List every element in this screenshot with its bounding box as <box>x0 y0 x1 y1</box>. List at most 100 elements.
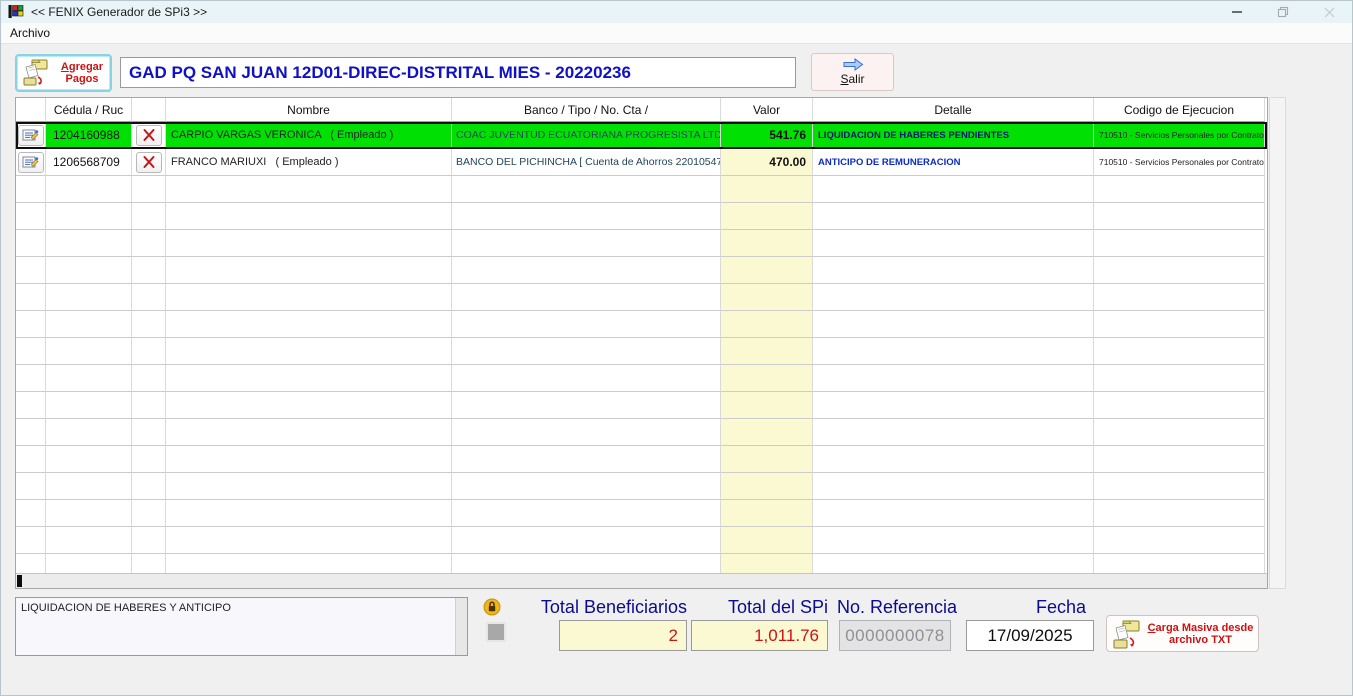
cedula-cell <box>46 338 132 365</box>
menu-bar: Archivo <box>1 23 1352 44</box>
gray-square-button[interactable] <box>486 622 506 642</box>
restore-button[interactable] <box>1260 1 1306 23</box>
agregar-pagos-label: Agregar Pagos <box>54 61 110 85</box>
row-delete-cell <box>132 500 166 527</box>
table-row[interactable] <box>16 257 1267 284</box>
row-edit-cell <box>16 203 46 230</box>
row-edit-cell <box>16 554 46 573</box>
total-beneficiarios-field: 2 <box>559 620 687 651</box>
vertical-scrollbar[interactable] <box>1269 97 1286 589</box>
detalle-cell <box>813 392 1094 419</box>
codigo-cell <box>1094 257 1265 284</box>
table-row[interactable] <box>16 203 1267 230</box>
codigo-cell <box>1094 311 1265 338</box>
row-edit-cell <box>16 257 46 284</box>
header-banco: Banco / Tipo / No. Cta / <box>452 98 721 122</box>
grid-header: Cédula / Ruc Nombre Banco / Tipo / No. C… <box>16 98 1267 122</box>
row-delete-cell <box>132 446 166 473</box>
row-delete-cell <box>132 230 166 257</box>
cedula-cell: 1204160988 <box>46 122 132 149</box>
horizontal-scrollbar-thumb[interactable] <box>17 575 22 587</box>
table-row[interactable]: 1204160988 CARPIO VARGAS VERONICA ( Empl… <box>16 122 1267 149</box>
minimize-button[interactable] <box>1214 1 1260 23</box>
menu-archivo[interactable]: Archivo <box>1 24 59 42</box>
table-row[interactable] <box>16 419 1267 446</box>
table-row[interactable] <box>16 554 1267 573</box>
row-delete-cell <box>132 527 166 554</box>
codigo-cell: 710510 - Servicios Personales por Contra… <box>1094 149 1265 176</box>
table-row[interactable] <box>16 230 1267 257</box>
fecha-field[interactable]: 17/09/2025 <box>966 620 1094 651</box>
header-nombre: Nombre <box>166 98 452 122</box>
carga-masiva-button[interactable]: Carga Masiva desde archivo TXT <box>1106 615 1259 652</box>
row-edit-cell <box>16 527 46 554</box>
cedula-cell <box>46 257 132 284</box>
codigo-cell <box>1094 176 1265 203</box>
valor-cell <box>721 527 813 554</box>
detalle-cell: LIQUIDACION DE HABERES PENDIENTES <box>813 122 1094 149</box>
valor-cell <box>721 176 813 203</box>
delete-row-button[interactable] <box>136 125 162 146</box>
cedula-cell <box>46 203 132 230</box>
no-referencia-label: No. Referencia <box>837 597 959 618</box>
exit-arrow-icon <box>841 58 865 71</box>
codigo-cell: 710510 - Servicios Personales por Contra… <box>1094 122 1265 149</box>
table-row[interactable] <box>16 527 1267 554</box>
banco-cell <box>452 446 721 473</box>
header-codigo: Codigo de Ejecucion <box>1094 98 1265 122</box>
agregar-pagos-button[interactable]: Agregar Pagos <box>15 54 112 92</box>
codigo-cell <box>1094 473 1265 500</box>
table-row[interactable] <box>16 392 1267 419</box>
row-delete-cell <box>132 365 166 392</box>
table-row[interactable] <box>16 500 1267 527</box>
valor-cell <box>721 446 813 473</box>
nombre-cell <box>166 446 452 473</box>
detalle-cell <box>813 338 1094 365</box>
delete-row-button[interactable] <box>136 152 162 173</box>
edit-row-button[interactable] <box>18 152 44 173</box>
row-edit-cell <box>16 176 46 203</box>
table-row[interactable] <box>16 284 1267 311</box>
cedula-cell <box>46 446 132 473</box>
description-scrollbar[interactable] <box>455 598 467 655</box>
edit-icon <box>22 128 39 142</box>
cedula-cell <box>46 365 132 392</box>
valor-cell <box>721 203 813 230</box>
nombre-cell <box>166 365 452 392</box>
table-row[interactable] <box>16 311 1267 338</box>
description-textarea[interactable]: LIQUIDACION DE HABERES Y ANTICIPO <box>15 597 468 656</box>
add-payments-icon <box>21 58 51 88</box>
row-edit-cell <box>16 473 46 500</box>
title-bar: << FENIX Generador de SPi3 >> <box>1 1 1352 23</box>
banco-cell <box>452 311 721 338</box>
banco-cell <box>452 527 721 554</box>
cedula-cell <box>46 500 132 527</box>
valor-cell <box>721 284 813 311</box>
valor-cell <box>721 230 813 257</box>
cedula-cell <box>46 176 132 203</box>
edit-row-button[interactable] <box>18 125 44 146</box>
banco-cell <box>452 203 721 230</box>
edit-icon <box>22 155 39 169</box>
spi-title-input[interactable] <box>120 57 796 88</box>
banco-cell <box>452 176 721 203</box>
table-row[interactable] <box>16 446 1267 473</box>
row-delete-cell <box>132 392 166 419</box>
horizontal-scrollbar[interactable] <box>16 573 1267 588</box>
table-row[interactable]: 1206568709 FRANCO MARIUXI ( Empleado ) B… <box>16 149 1267 176</box>
table-row[interactable] <box>16 176 1267 203</box>
valor-cell <box>721 311 813 338</box>
cedula-cell <box>46 311 132 338</box>
table-row[interactable] <box>16 365 1267 392</box>
close-button[interactable] <box>1306 1 1352 23</box>
row-delete-cell <box>132 203 166 230</box>
table-row[interactable] <box>16 338 1267 365</box>
salir-button[interactable]: Salir <box>811 53 894 91</box>
grid-body: 1204160988 CARPIO VARGAS VERONICA ( Empl… <box>16 122 1267 573</box>
detalle-cell: ANTICIPO DE REMUNERACION <box>813 149 1094 176</box>
cedula-cell <box>46 230 132 257</box>
row-delete-cell <box>132 473 166 500</box>
nombre-cell <box>166 527 452 554</box>
table-row[interactable] <box>16 473 1267 500</box>
row-delete-cell <box>132 338 166 365</box>
